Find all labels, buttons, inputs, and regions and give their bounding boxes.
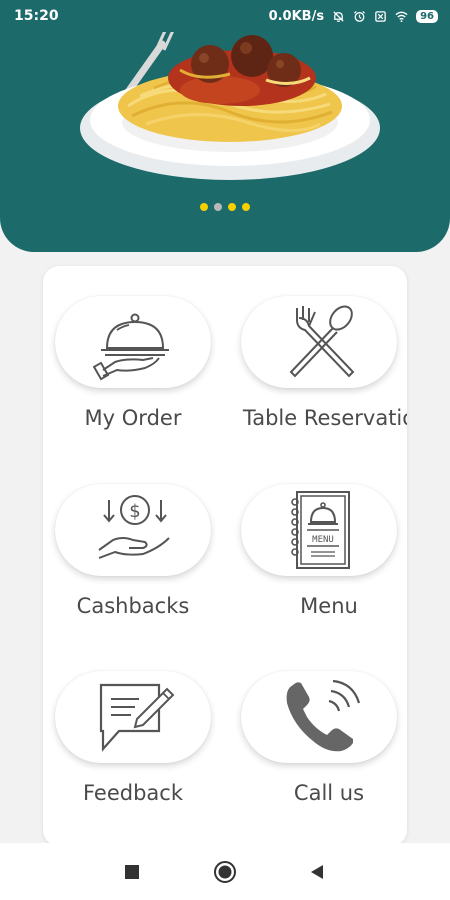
menu-book-icon: MENU — [291, 491, 350, 569]
cashbacks-label: Cashbacks — [76, 594, 190, 618]
wifi-icon — [395, 11, 408, 22]
recents-button[interactable] — [117, 857, 147, 887]
menu-button[interactable]: MENU — [241, 484, 397, 576]
table-reservation-label: Table Reservatio — [242, 406, 407, 430]
menu-item-my-order[interactable]: My Order — [43, 296, 223, 456]
menu-item-call-us[interactable]: Call us — [229, 671, 407, 831]
my-order-button[interactable] — [55, 296, 211, 388]
home-button[interactable] — [210, 857, 240, 887]
sim-icon — [375, 10, 386, 22]
system-nav-bar — [0, 843, 450, 900]
battery-icon: 96 — [416, 9, 438, 23]
svg-text:MENU: MENU — [312, 535, 334, 545]
screen: 15:20 0.0KB/s 96 My Order Table Reservat… — [0, 0, 450, 900]
spaghetti-plate-image — [80, 32, 380, 180]
feedback-note-icon — [99, 683, 175, 752]
menu-item-feedback[interactable]: Feedback — [43, 671, 223, 831]
alarm-icon — [354, 10, 366, 22]
network-speed: 0.0KB/s — [268, 8, 325, 24]
back-triangle-icon — [311, 865, 323, 879]
home-circle-icon — [214, 861, 236, 883]
status-icons: 0.0KB/s 96 — [269, 9, 438, 24]
status-time: 15:20 — [14, 8, 59, 24]
call-us-button[interactable] — [241, 671, 397, 763]
pager-dot[interactable] — [214, 203, 222, 211]
menu-label: Menu — [300, 594, 358, 618]
hero-banner[interactable] — [0, 32, 450, 252]
cashback-hand-icon: $ — [98, 495, 170, 559]
my-order-label: My Order — [84, 406, 182, 430]
cashbacks-button[interactable]: $ — [55, 484, 211, 576]
table-reservation-button[interactable] — [241, 296, 397, 388]
back-button[interactable] — [302, 857, 332, 887]
menu-item-cashbacks[interactable]: $ Cashbacks — [43, 484, 223, 644]
pager-dot[interactable] — [242, 203, 250, 211]
pager-dots — [0, 203, 450, 211]
menu-card: My Order Table Reservatio $ Cashbacks ME… — [43, 266, 407, 846]
feedback-label: Feedback — [82, 781, 183, 805]
pager-dot[interactable] — [228, 203, 236, 211]
feedback-button[interactable] — [55, 671, 211, 763]
bell-off-icon — [333, 10, 344, 22]
status-bar: 15:20 0.0KB/s 96 — [0, 0, 450, 32]
phone-icon — [286, 679, 361, 752]
call-us-label: Call us — [293, 781, 365, 805]
recents-square-icon — [125, 865, 139, 879]
fork-spoon-icon — [289, 305, 355, 378]
menu-item-table-reservation[interactable]: Table Reservatio — [229, 296, 407, 456]
pager-dot[interactable] — [200, 203, 208, 211]
svg-text:$: $ — [129, 501, 140, 522]
cloche-serving-icon — [93, 313, 169, 381]
menu-item-menu[interactable]: MENU Menu — [229, 484, 407, 644]
